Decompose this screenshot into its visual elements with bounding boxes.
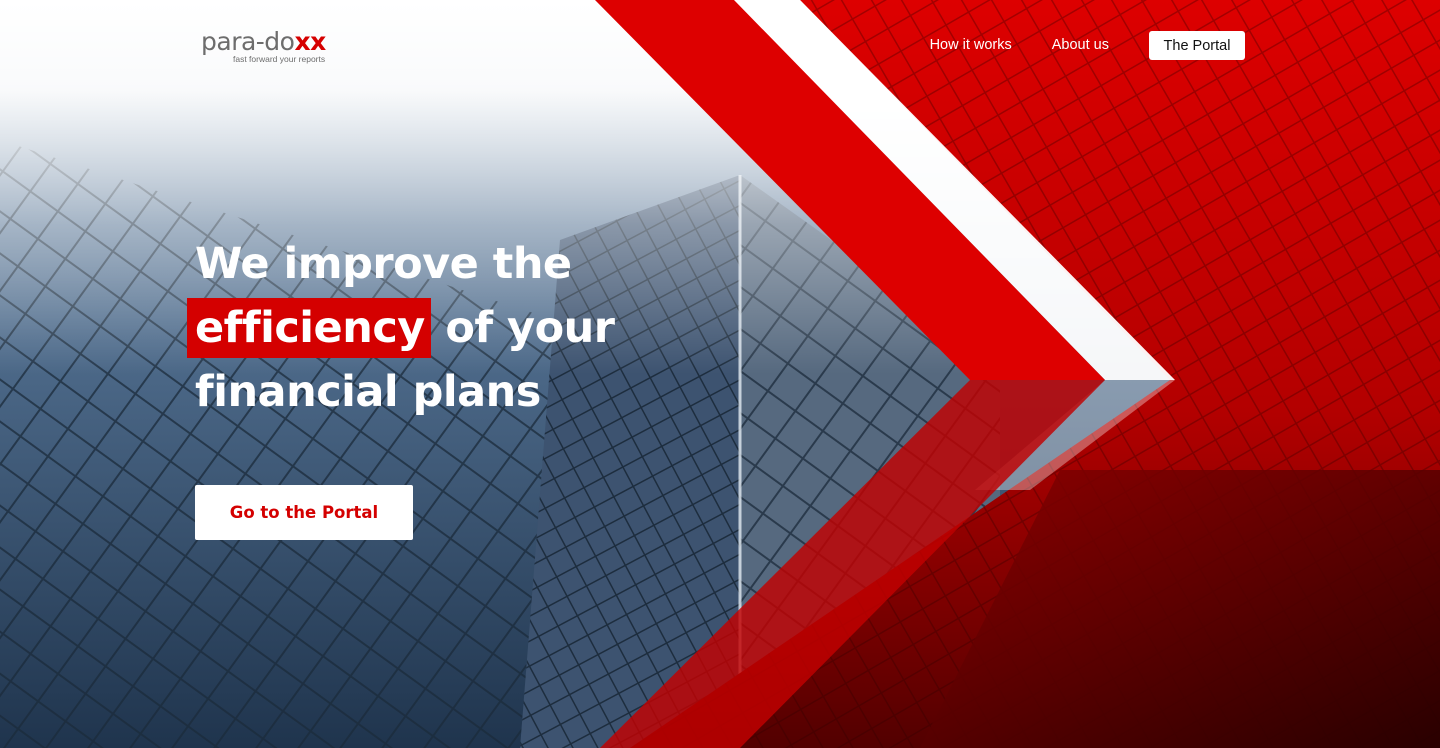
portal-nav-button[interactable]: The Portal (1149, 31, 1245, 60)
logo-wordmark: para-do (201, 27, 295, 56)
headline-line-1: We improve the (195, 239, 572, 289)
headline-line-2-rest: of your (430, 303, 615, 353)
logo-tagline: fast forward your reports (233, 54, 326, 64)
nav-link-how-it-works[interactable]: How it works (930, 31, 1012, 60)
nav-link-about-us[interactable]: About us (1052, 31, 1109, 60)
brand-logo[interactable]: para-doxx fast forward your reports (201, 27, 331, 67)
headline-line-2: efficiency of your (187, 296, 615, 360)
go-to-portal-button[interactable]: Go to the Portal (195, 485, 413, 540)
headline-line-3: financial plans (195, 367, 541, 417)
headline-highlight: efficiency (187, 298, 431, 358)
logo-wordmark-accent: xx (294, 27, 326, 56)
hero-section: para-doxx fast forward your reports How … (0, 0, 1440, 748)
hero-headline: We improve the efficiency of your financ… (187, 232, 615, 424)
top-navigation: How it works About us The Portal (930, 31, 1245, 60)
